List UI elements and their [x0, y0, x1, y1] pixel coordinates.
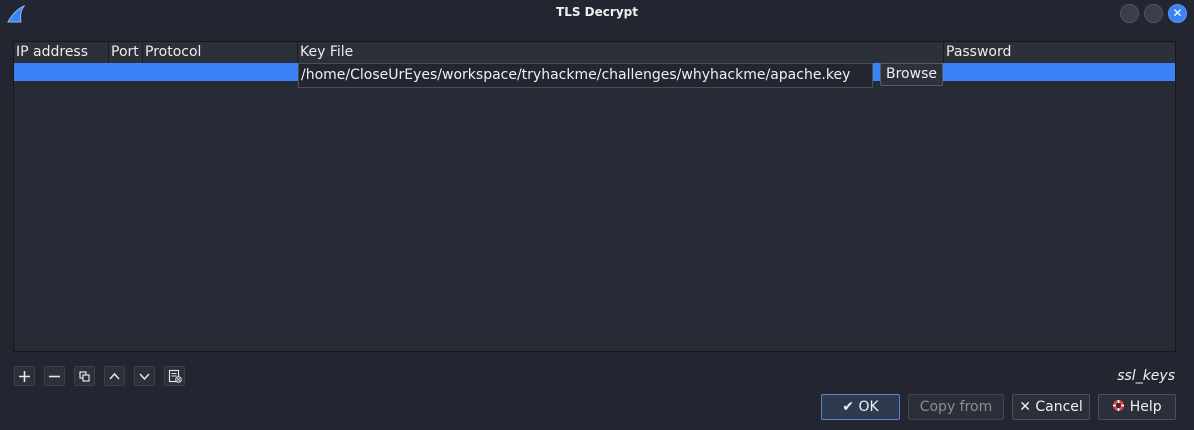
help-button[interactable]: Help [1098, 394, 1176, 420]
minimize-button[interactable] [1120, 4, 1139, 23]
tls-keys-table[interactable]: IP address Port Protocol Key File Passwo… [13, 41, 1176, 352]
ok-label: OK [858, 399, 879, 415]
column-header-port[interactable]: Port [109, 42, 143, 63]
checkmark-icon: ✔ [842, 399, 855, 415]
cancel-icon: ✕ [1019, 399, 1031, 415]
copy-from-button[interactable]: Copy from [908, 394, 1004, 420]
copy-button[interactable] [74, 366, 95, 386]
add-icon [19, 371, 30, 382]
browse-button[interactable]: Browse [880, 63, 943, 86]
clear-button[interactable] [164, 366, 185, 386]
column-header-key-file[interactable]: Key File [298, 42, 944, 63]
move-up-icon [109, 372, 120, 380]
add-button[interactable] [14, 366, 35, 386]
ok-button[interactable]: ✔ OK [821, 394, 900, 420]
help-label: Help [1129, 399, 1162, 415]
move-down-icon [139, 373, 150, 381]
copy-icon [79, 371, 90, 382]
cancel-button[interactable]: ✕ Cancel [1012, 394, 1090, 420]
column-header-protocol[interactable]: Protocol [143, 42, 298, 63]
lifebuoy-icon [1113, 400, 1125, 411]
close-button[interactable]: ✕ [1168, 4, 1187, 23]
title-bar: TLS Decrypt ✕ [0, 0, 1194, 27]
column-header-ip-address[interactable]: IP address [14, 42, 109, 63]
clear-icon [168, 369, 182, 383]
cancel-label: Cancel [1035, 399, 1083, 415]
remove-button[interactable] [44, 366, 65, 386]
remove-icon [49, 375, 60, 378]
column-header-password[interactable]: Password [944, 42, 1175, 63]
move-down-button[interactable] [134, 366, 155, 386]
close-icon: ✕ [1172, 6, 1183, 20]
window-title: TLS Decrypt [556, 5, 638, 19]
key-file-input[interactable]: /home/CloseUrEyes/workspace/tryhackme/ch… [298, 63, 873, 88]
copy-from-label: Copy from [919, 399, 993, 415]
table-header: IP address Port Protocol Key File Passwo… [14, 42, 1175, 64]
move-up-button[interactable] [104, 366, 125, 386]
maximize-button[interactable] [1144, 4, 1163, 23]
file-name-label: ssl_keys [1117, 368, 1175, 384]
